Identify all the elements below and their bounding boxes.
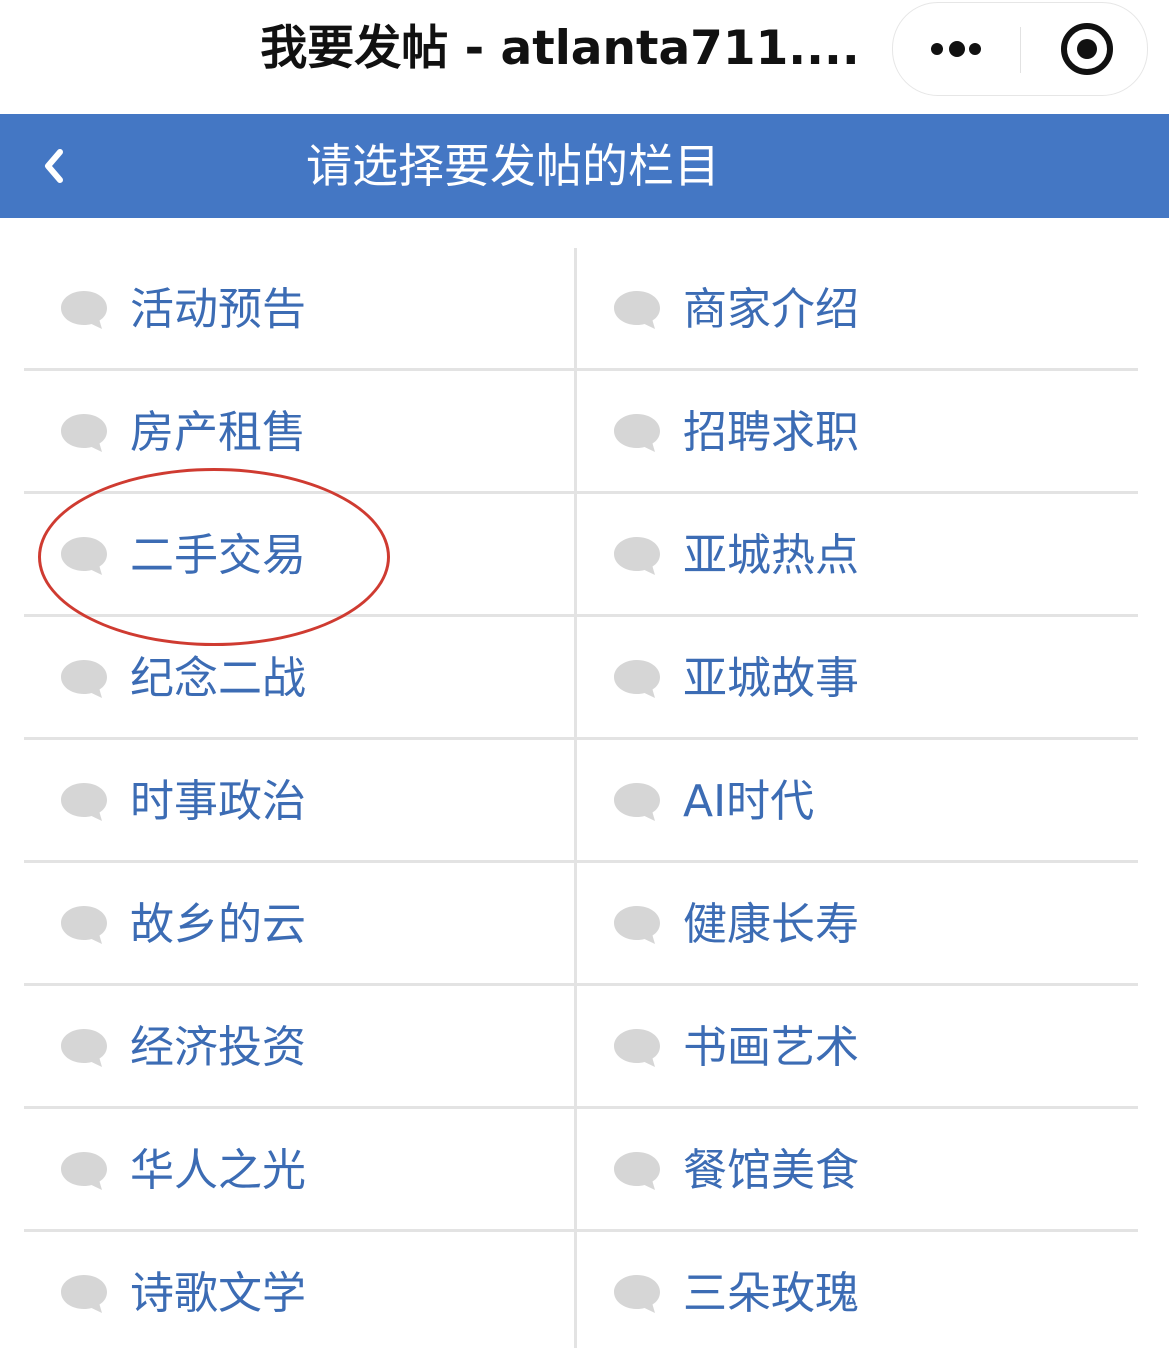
category-label: 纪念二战 — [130, 653, 306, 704]
chat-bubble-icon — [611, 534, 663, 578]
chat-bubble-icon — [611, 411, 663, 455]
category-item[interactable]: 房产租售 — [24, 371, 574, 494]
category-label: 故乡的云 — [130, 899, 306, 950]
category-label: 亚城热点 — [683, 530, 859, 581]
chat-bubble-icon — [611, 1272, 663, 1316]
chat-bubble-icon — [611, 657, 663, 701]
category-label: 二手交易 — [130, 530, 306, 581]
chat-bubble-icon — [611, 1026, 663, 1070]
category-label: 招聘求职 — [683, 407, 859, 458]
category-item[interactable]: 餐馆美食 — [577, 1109, 1138, 1232]
page-title: 请选择要发帖的栏目 — [306, 139, 720, 193]
chat-bubble-icon — [58, 534, 110, 578]
chat-bubble-icon — [611, 903, 663, 947]
category-item[interactable]: 华人之光 — [24, 1109, 574, 1232]
chat-bubble-icon — [611, 780, 663, 824]
category-item[interactable]: 三朵玫瑰 — [577, 1232, 1138, 1355]
chat-bubble-icon — [58, 1272, 110, 1316]
category-item[interactable]: 招聘求职 — [577, 371, 1138, 494]
chat-bubble-icon — [58, 1149, 110, 1193]
capsule-menu — [892, 2, 1148, 96]
category-label: 活动预告 — [130, 284, 306, 335]
category-item[interactable]: 活动预告 — [24, 248, 574, 371]
chat-bubble-icon — [58, 903, 110, 947]
more-dots-icon[interactable] — [893, 3, 1020, 95]
category-item[interactable]: 经济投资 — [24, 986, 574, 1109]
category-item[interactable]: AI时代 — [577, 740, 1138, 863]
category-item[interactable]: 亚城热点 — [577, 494, 1138, 617]
category-label: 经济投资 — [130, 1022, 306, 1073]
chat-bubble-icon — [58, 657, 110, 701]
category-item[interactable]: 二手交易 — [24, 494, 574, 617]
category-label: 商家介绍 — [683, 284, 859, 335]
category-item[interactable]: 故乡的云 — [24, 863, 574, 986]
category-item[interactable]: 诗歌文学 — [24, 1232, 574, 1355]
category-label: 诗歌文学 — [130, 1268, 306, 1319]
category-item[interactable]: 健康长寿 — [577, 863, 1138, 986]
category-label: 书画艺术 — [683, 1022, 859, 1073]
chat-bubble-icon — [58, 288, 110, 332]
category-label: 华人之光 — [130, 1145, 306, 1196]
category-label: 房产租售 — [130, 407, 306, 458]
category-label: 三朵玫瑰 — [683, 1268, 859, 1319]
chat-bubble-icon — [611, 1149, 663, 1193]
category-label: 健康长寿 — [683, 899, 859, 950]
target-close-icon[interactable] — [1021, 3, 1147, 95]
nav-bar: 请选择要发帖的栏目 — [0, 114, 1169, 218]
category-item[interactable]: 时事政治 — [24, 740, 574, 863]
chat-bubble-icon — [611, 288, 663, 332]
chat-bubble-icon — [58, 1026, 110, 1070]
category-grid: 活动预告房产租售二手交易纪念二战时事政治故乡的云经济投资华人之光诗歌文学 商家介绍… — [24, 248, 1138, 1348]
category-item[interactable]: 商家介绍 — [577, 248, 1138, 371]
category-label: AI时代 — [683, 776, 815, 827]
category-item[interactable]: 纪念二战 — [24, 617, 574, 740]
category-label: 时事政治 — [130, 776, 306, 827]
chat-bubble-icon — [58, 780, 110, 824]
chat-bubble-icon — [58, 411, 110, 455]
category-item[interactable]: 书画艺术 — [577, 986, 1138, 1109]
category-item[interactable]: 亚城故事 — [577, 617, 1138, 740]
category-label: 餐馆美食 — [683, 1145, 859, 1196]
category-label: 亚城故事 — [683, 653, 859, 704]
window-title: 我要发帖 - atlanta711.... — [260, 21, 860, 76]
window-title-bar: 我要发帖 - atlanta711.... — [0, 0, 1169, 113]
